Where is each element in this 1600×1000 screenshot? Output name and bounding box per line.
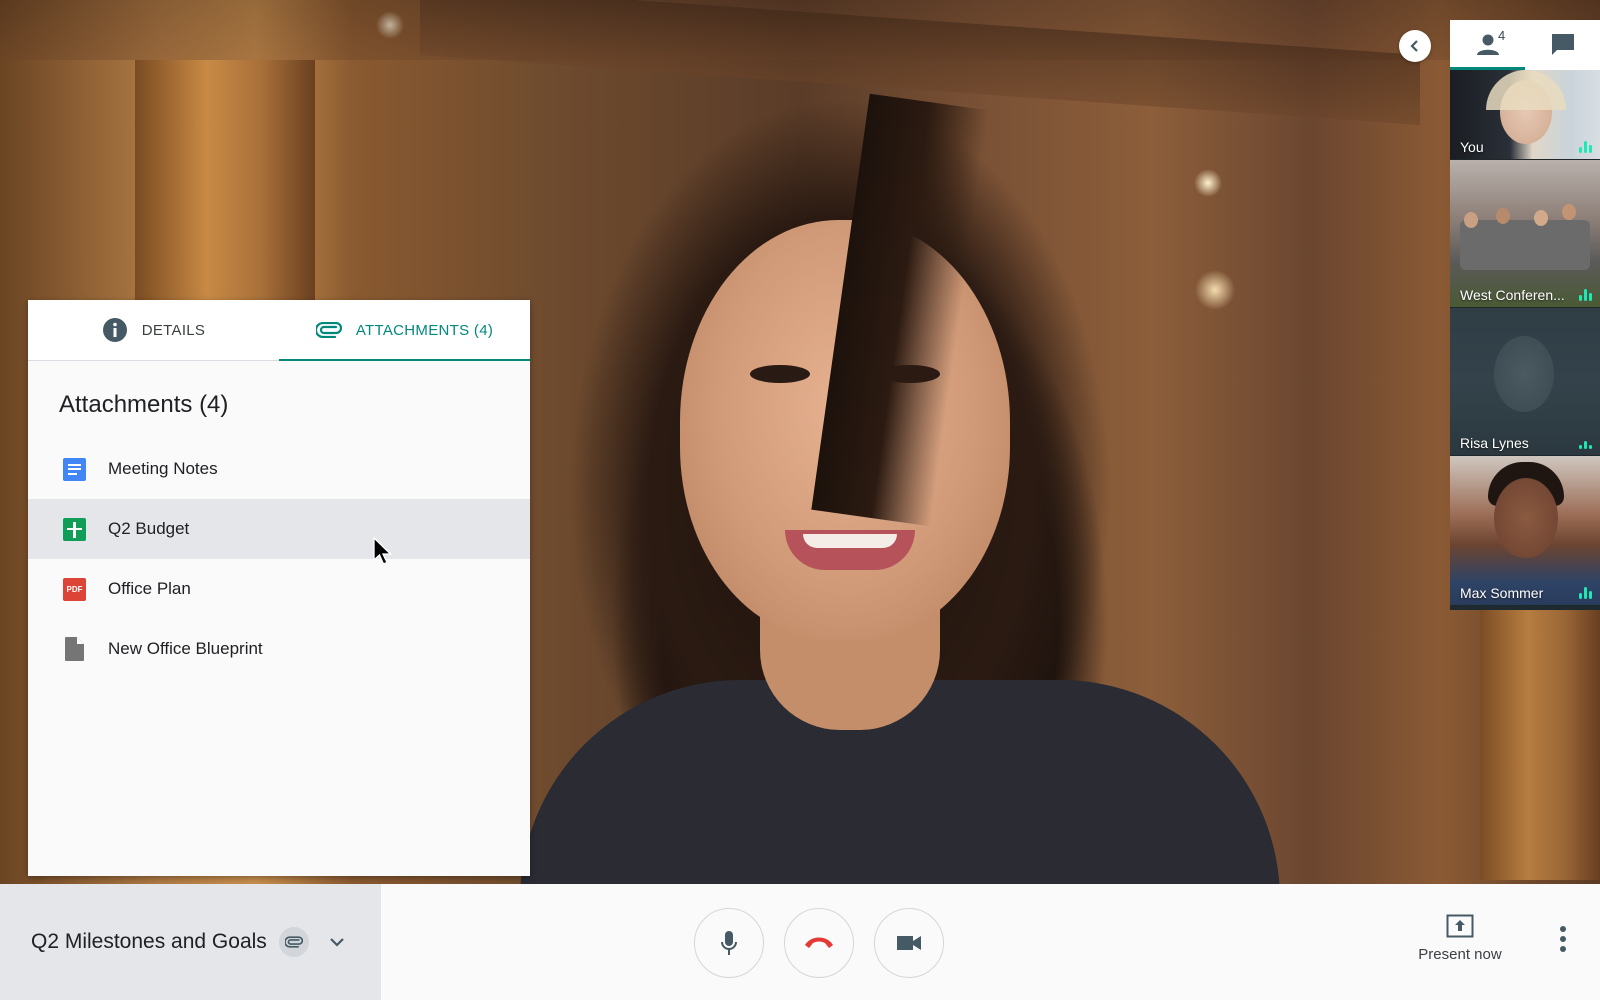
pdf-icon: PDF [63,577,86,601]
eye [750,365,810,383]
person-head [1464,212,1478,228]
attachment-item[interactable]: Meeting Notes [28,439,530,499]
participant-tile[interactable]: Risa Lynes [1450,308,1600,456]
present-screen-icon [1446,914,1474,938]
file-icon [65,637,84,661]
pdf-badge: PDF [66,584,83,594]
present-now-button[interactable]: Present now [1410,914,1510,963]
mouse-cursor-icon [373,537,393,565]
smile [785,530,915,570]
person-head [1562,204,1576,220]
present-now-label: Present now [1418,946,1502,963]
tab-attachments[interactable]: ATTACHMENTS (4) [279,300,530,361]
tab-chat[interactable] [1525,20,1600,70]
participant-tile[interactable]: Max Sommer [1450,456,1600,606]
attachment-name: Meeting Notes [108,459,218,478]
participant-count-badge: 4 [1498,28,1506,43]
videocam-icon [897,936,921,950]
attachment-item[interactable]: New Office Blueprint [28,619,530,679]
tab-details[interactable]: DETAILS [28,300,279,360]
meeting-info[interactable]: Q2 Milestones and Goals [0,884,381,1000]
chat-icon [1551,34,1574,55]
info-icon [102,318,127,342]
collapse-panel-button[interactable] [1399,30,1431,62]
attachment-name: New Office Blueprint [108,639,263,658]
attachment-name: Office Plan [108,579,191,598]
chevron-left-icon [1410,40,1418,52]
call-controls-bar: Q2 Milestones and Goals Present now [0,884,1600,1000]
participant-video [1494,336,1554,412]
google-docs-icon [63,457,86,481]
participant-name: You [1460,139,1484,155]
participant-hair [1486,70,1566,110]
pillar [1480,580,1600,880]
tab-label: ATTACHMENTS (4) [355,321,494,339]
attachment-name: Q2 Budget [108,519,190,538]
participants-panel: 4 You West Conferen... Risa Lynes Max So… [1450,20,1600,610]
microphone-button[interactable] [694,908,764,978]
person-head [1496,208,1510,224]
participants-tabs: 4 [1450,20,1600,70]
paperclip-icon [284,936,303,948]
google-sheets-icon [63,517,86,541]
attachment-item[interactable]: PDF Office Plan [28,559,530,619]
participant-name: Max Sommer [1460,585,1544,601]
mic-icon [721,931,737,955]
tab-label: DETAILS [141,321,206,339]
meeting-title: Q2 Milestones and Goals [31,930,267,953]
person-icon [1476,34,1499,55]
phone-hangup-icon [805,937,833,948]
pillar [135,60,315,300]
paperclip-icon [315,322,342,338]
more-options-button[interactable] [1560,926,1566,952]
person-head [1534,210,1548,226]
speaking-indicator-icon [1579,441,1592,449]
speaking-indicator-icon [1579,141,1592,153]
participant-name: West Conferen... [1460,287,1565,303]
participant-name: Risa Lynes [1460,435,1529,451]
hang-up-button[interactable] [784,908,854,978]
attachments-heading: Attachments (4) [59,391,229,418]
expand-meeting-info-button[interactable] [329,937,345,947]
camera-button[interactable] [874,908,944,978]
participant-video [1460,220,1590,270]
participant-video [1494,478,1558,558]
more-options-icon [1560,926,1566,932]
attachment-item[interactable]: Q2 Budget [28,499,530,559]
tab-people[interactable]: 4 [1450,20,1525,70]
participant-tile[interactable]: West Conferen... [1450,160,1600,308]
participant-tile[interactable]: You [1450,70,1600,160]
speaking-indicator-icon [1579,289,1592,301]
speaking-indicator-icon [1579,587,1592,599]
card-tabs: DETAILS ATTACHMENTS (4) [28,300,530,361]
meeting-details-card: DETAILS ATTACHMENTS (4) Attachments (4) … [28,300,530,876]
chevron-down-icon [330,938,344,947]
attachments-chip[interactable] [278,927,309,957]
